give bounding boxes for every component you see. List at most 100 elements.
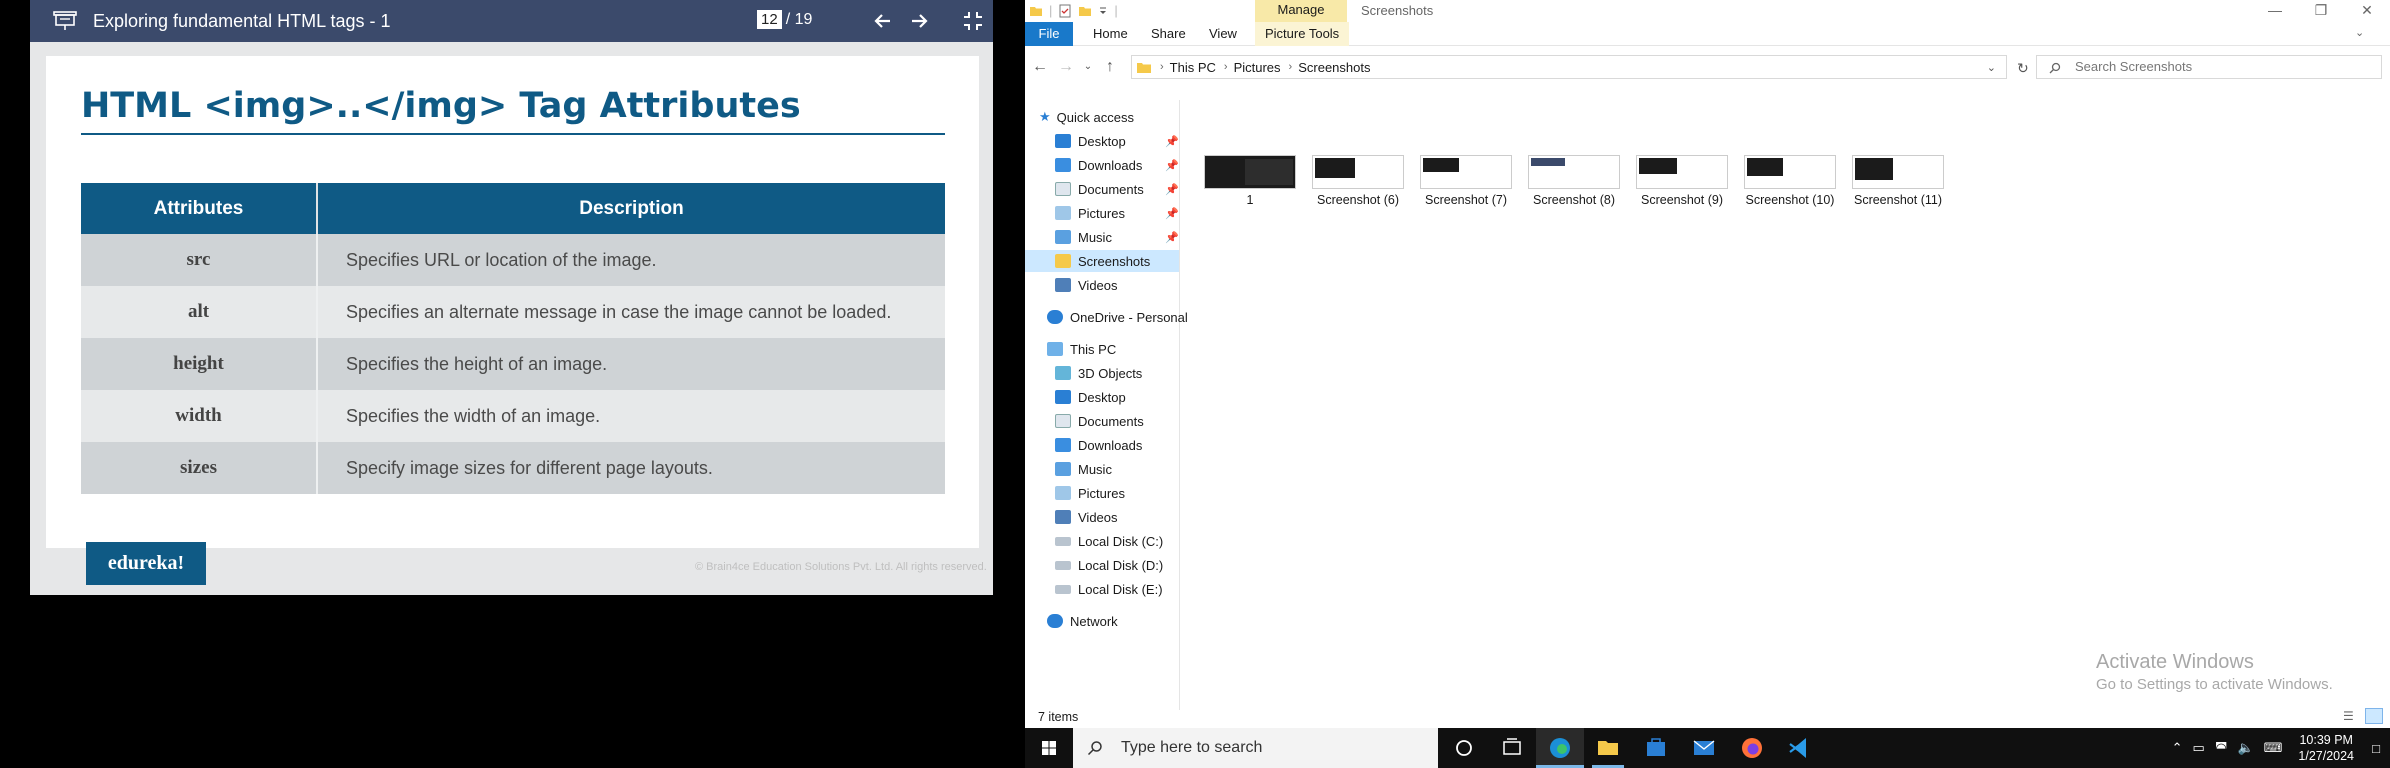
firefox-icon[interactable] [1728, 728, 1776, 768]
previous-slide-button[interactable] [870, 8, 896, 34]
nav-pc-music[interactable]: Music [1025, 458, 1179, 480]
battery-icon[interactable]: ▭ [2193, 740, 2205, 756]
breadcrumb-pictures[interactable]: Pictures [1234, 60, 1281, 75]
nav-3d-objects[interactable]: 3D Objects [1025, 362, 1179, 384]
drive-icon [1055, 584, 1071, 594]
viewer-toolbar: Exploring fundamental HTML tags - 1 12 /… [30, 0, 993, 42]
nav-pictures[interactable]: Pictures 📌 [1025, 202, 1179, 224]
tab-file[interactable]: File [1025, 22, 1073, 46]
exit-fullscreen-button[interactable] [960, 8, 986, 34]
nav-local-disk-c[interactable]: Local Disk (C:) [1025, 530, 1179, 552]
tab-home[interactable]: Home [1083, 22, 1138, 46]
taskbar: Type here to search ⌃ ▭ ◚ 🔈 ⌨ 10:39 PM 1… [1025, 728, 2390, 768]
folder-icon [1030, 6, 1042, 16]
task-view-icon[interactable] [1488, 728, 1536, 768]
nav-quick-access[interactable]: ★ Quick access [1025, 106, 1179, 128]
nav-screenshots[interactable]: Screenshots [1025, 250, 1179, 272]
file-name: Screenshot (6) [1317, 193, 1399, 207]
system-tray: ⌃ ▭ ◚ 🔈 ⌨ 10:39 PM 1/27/2024 □ [2172, 728, 2390, 768]
minimize-button[interactable]: — [2252, 0, 2298, 22]
clock[interactable]: 10:39 PM 1/27/2024 [2298, 732, 2354, 764]
up-button[interactable]: ↑ [1101, 57, 1119, 77]
show-hidden-icons-icon[interactable]: ⌃ [2172, 740, 2183, 756]
recent-locations-button[interactable]: ⌄ [1079, 57, 1097, 77]
file-item[interactable]: Screenshot (11) [1848, 155, 1948, 207]
file-item[interactable]: Screenshot (6) [1308, 155, 1408, 207]
file-item[interactable]: Screenshot (8) [1524, 155, 1624, 207]
search-input[interactable]: Search Screenshots [2036, 55, 2382, 79]
downloads-icon [1055, 438, 1071, 452]
documents-icon [1055, 414, 1071, 428]
properties-icon[interactable] [1058, 4, 1072, 18]
nav-local-disk-d[interactable]: Local Disk (D:) [1025, 554, 1179, 576]
presentation-viewer: Exploring fundamental HTML tags - 1 12 /… [0, 0, 1022, 768]
nav-desktop[interactable]: Desktop 📌 [1025, 130, 1179, 152]
file-item[interactable]: Screenshot (7) [1416, 155, 1516, 207]
table-row: alt Specifies an alternate message in ca… [81, 286, 945, 338]
nav-onedrive[interactable]: OneDrive - Personal [1025, 306, 1188, 328]
nav-local-disk-e[interactable]: Local Disk (E:) [1025, 578, 1179, 600]
attribute-cell: width [81, 390, 318, 442]
details-view-icon[interactable]: ☰ [2343, 709, 2354, 723]
attribute-cell: alt [81, 286, 318, 338]
breadcrumb-this-pc[interactable]: This PC [1170, 60, 1216, 75]
vscode-icon[interactable] [1776, 728, 1824, 768]
next-slide-button[interactable] [906, 8, 932, 34]
attributes-table: Attributes Description src Specifies URL… [81, 183, 945, 494]
nav-music[interactable]: Music 📌 [1025, 226, 1179, 248]
music-icon [1055, 230, 1071, 244]
volume-icon[interactable]: 🔈 [2237, 740, 2253, 756]
nav-pc-pictures[interactable]: Pictures [1025, 482, 1179, 504]
3d-objects-icon [1055, 366, 1071, 380]
page-indicator: 12 / 19 [757, 10, 812, 29]
quick-access-toolbar: | | [1029, 3, 1118, 18]
close-button[interactable]: ✕ [2344, 0, 2390, 22]
nav-this-pc[interactable]: This PC [1025, 338, 1179, 360]
mail-icon[interactable] [1680, 728, 1728, 768]
file-name: Screenshot (9) [1641, 193, 1723, 207]
customize-toolbar-icon[interactable] [1098, 4, 1108, 18]
file-item[interactable]: Screenshot (10) [1740, 155, 1840, 207]
restore-button[interactable]: ❐ [2298, 0, 2344, 22]
file-explorer-icon[interactable] [1584, 728, 1632, 768]
manage-tab[interactable]: Manage [1255, 0, 1347, 22]
tab-share[interactable]: Share [1141, 22, 1196, 46]
large-icons-view-icon[interactable] [2365, 708, 2383, 724]
refresh-icon[interactable]: ↻ [2017, 60, 2029, 77]
wifi-icon[interactable]: ◚ [2215, 740, 2228, 756]
nav-downloads[interactable]: Downloads 📌 [1025, 154, 1179, 176]
nav-pc-documents[interactable]: Documents [1025, 410, 1179, 432]
cortana-icon[interactable] [1440, 728, 1488, 768]
breadcrumb-screenshots[interactable]: Screenshots [1298, 60, 1370, 75]
expand-ribbon-icon[interactable]: ⌄ [2355, 26, 2364, 39]
attribute-cell: height [81, 338, 318, 390]
page-total: / 19 [785, 10, 813, 28]
microsoft-store-icon[interactable] [1632, 728, 1680, 768]
address-dropdown-icon[interactable]: ⌄ [1987, 61, 1996, 74]
description-cell: Specifies the width of an image. [317, 390, 945, 442]
nav-network[interactable]: Network [1025, 610, 1179, 632]
nav-videos[interactable]: Videos [1025, 274, 1179, 296]
notifications-icon[interactable]: □ [2372, 741, 2380, 756]
address-bar[interactable]: › This PC › Pictures › Screenshots ⌄ [1131, 55, 2007, 79]
window-title: Screenshots [1361, 3, 1434, 18]
forward-button[interactable]: → [1057, 57, 1075, 77]
nav-pc-downloads[interactable]: Downloads [1025, 434, 1179, 456]
nav-documents[interactable]: Documents 📌 [1025, 178, 1179, 200]
nav-pc-videos[interactable]: Videos [1025, 506, 1179, 528]
new-folder-icon[interactable] [1078, 4, 1092, 18]
back-button[interactable]: ← [1031, 57, 1049, 77]
pin-icon: 📌 [1165, 231, 1179, 244]
taskbar-search-input[interactable]: Type here to search [1073, 728, 1438, 768]
file-item[interactable]: 1 [1200, 155, 1300, 207]
tab-view[interactable]: View [1199, 22, 1247, 46]
edge-icon[interactable] [1536, 728, 1584, 768]
keyboard-icon[interactable]: ⌨ [2264, 740, 2283, 756]
item-count: 7 items [1038, 710, 1079, 724]
nav-pc-desktop[interactable]: Desktop [1025, 386, 1179, 408]
tab-picture-tools[interactable]: Picture Tools [1255, 22, 1350, 46]
file-item[interactable]: Screenshot (9) [1632, 155, 1732, 207]
current-page-input[interactable]: 12 [757, 10, 782, 29]
file-name: 1 [1246, 193, 1254, 207]
start-button[interactable] [1025, 728, 1073, 768]
